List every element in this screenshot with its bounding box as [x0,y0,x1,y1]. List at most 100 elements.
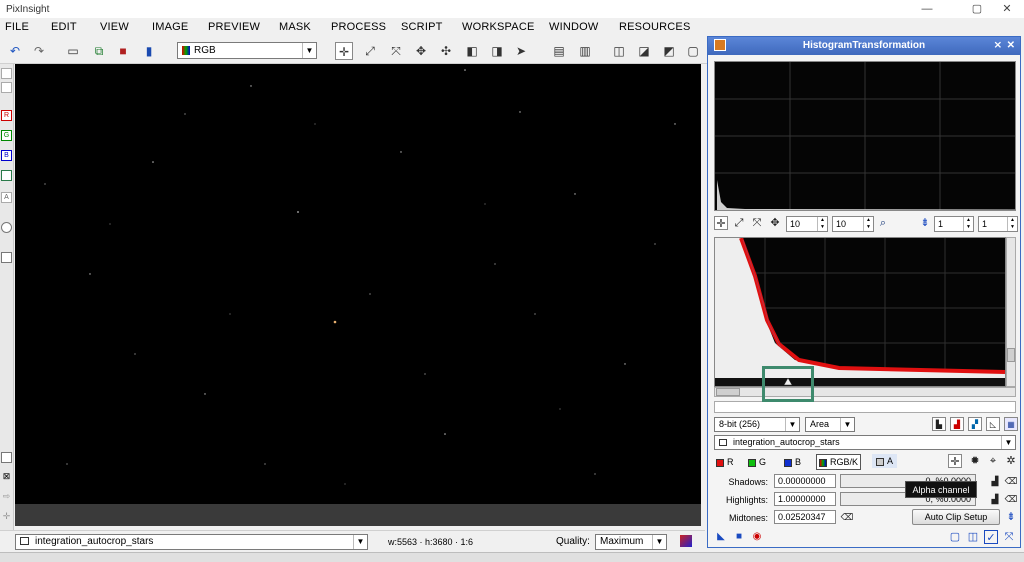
horizontal-scrollbar[interactable] [714,387,1016,397]
spin-arrows-icon[interactable]: ▲ ▼ [863,217,873,231]
highlights-reset-icon[interactable]: ⌫ [1004,492,1018,506]
quality-select[interactable]: Maximum ▼ [595,534,667,550]
menu-script[interactable]: SCRIPT [401,21,443,33]
curve-icon[interactable]: ◺ [986,417,1000,431]
circle-icon[interactable] [1,222,12,233]
midtones-reset-icon[interactable]: ⌫ [840,510,854,524]
rgb-histogram-icon[interactable]: ▞ [968,417,982,431]
spin-arrows-icon[interactable]: ▲ ▼ [963,217,973,231]
apply-global-icon[interactable]: ■ [732,530,746,544]
real-time-preview-icon[interactable]: ◉ [750,530,764,544]
green-channel-icon[interactable]: G [1,130,12,141]
reset-icon[interactable]: ⤧ [1002,530,1016,544]
menu-resources[interactable]: RESOURCES [619,21,690,33]
highlights-auto-icon[interactable]: ▟ [988,492,1002,506]
reject-low-icon[interactable]: ▙ [932,417,946,431]
crosshair-icon[interactable]: ✛ [948,454,962,468]
channel-g[interactable]: G [748,456,766,468]
red-channel-icon[interactable]: R [1,110,12,121]
color-space-select[interactable]: RGB ▼ [177,42,317,59]
fit-view-icon[interactable]: ⤢ [361,42,379,60]
mask-icon[interactable]: ◫ [610,42,628,60]
scrollbar-thumb[interactable] [716,388,740,396]
document-icon[interactable] [1,68,12,79]
close-icon[interactable]: ✕ [1007,37,1015,55]
edit-icon[interactable]: ◨ [488,42,506,60]
window-icon[interactable]: ▤ [550,42,568,60]
zoom-out-icon[interactable]: ✥ [412,42,430,60]
spin-arrows-icon[interactable]: ▲ ▼ [1007,217,1017,231]
mask-invert-icon[interactable]: ◩ [660,42,678,60]
maximize-button[interactable]: ▢ [962,0,992,18]
color-icon[interactable] [680,535,692,547]
view-selector[interactable]: integration_autocrop_stars ▼ [15,534,368,550]
shadows-input[interactable]: 0.00000000 [774,474,836,488]
blue-channel-icon[interactable]: B [1,150,12,161]
move-icon[interactable]: ✥ [768,216,782,230]
menu-preview[interactable]: PREVIEW [208,21,260,33]
channels-icon[interactable]: ▮ [140,42,158,60]
mask-extra-icon[interactable]: ▢ [684,42,702,60]
close-button[interactable]: ✕ [992,0,1022,18]
resolution-select[interactable]: 8-bit (256) ▼ [714,417,800,432]
new-instance-icon[interactable]: ◣ [714,530,728,544]
move-icon[interactable]: ✣ [437,42,455,60]
menu-mask[interactable]: MASK [279,21,311,33]
histogram-icon[interactable]: ▟ [950,417,964,431]
menu-edit[interactable]: EDIT [51,21,77,33]
minimize-button[interactable]: — [912,0,942,18]
grid-icon[interactable]: ▦ [1004,417,1018,431]
menu-file[interactable]: FILE [5,21,29,33]
gear-icon[interactable]: ✹ [968,454,982,468]
new-image-icon[interactable]: ▭ [64,42,82,60]
rgb-channel-icon[interactable] [1,170,12,181]
output-vertical-zoom-spin[interactable]: 1 ▲ ▼ [978,216,1018,232]
menu-window[interactable]: WINDOW [549,21,598,33]
shadows-auto-icon[interactable]: ▟ [988,474,1002,488]
rgb-icon[interactable]: ■ [114,42,132,60]
channel-b[interactable]: B [784,456,801,468]
input-histogram-graph[interactable] [714,237,1006,387]
shadows-reset-icon[interactable]: ⌫ [1004,474,1018,488]
window-small-icon[interactable] [1,252,12,263]
readout-icon[interactable]: ◧ [463,42,481,60]
fit-view-icon[interactable]: ⤢ [732,216,746,230]
pan-cross-icon[interactable]: ✛ [335,42,353,60]
output-histogram-graph[interactable] [714,61,1016,211]
midtones-input[interactable]: 0.02520347 [774,510,836,524]
channel-rgbk[interactable]: RGB/K [816,454,862,470]
menu-workspace[interactable]: WORKSPACE [462,21,535,33]
horizontal-zoom-spin[interactable]: 10 ▲ ▼ [786,216,828,232]
document-alt-icon[interactable] [1,82,12,93]
expand-icon[interactable]: ⇟ [1004,510,1018,524]
menu-image[interactable]: IMAGE [152,21,188,33]
pan-cross-icon[interactable]: ✛ [714,216,728,230]
browse-documentation-icon[interactable]: ▢ [948,530,962,544]
duplicate-icon[interactable]: ⧉ [90,42,108,60]
settings-icon[interactable]: ✲ [1004,454,1018,468]
graph-style-select[interactable]: Area ▼ [805,417,855,432]
vertical-scrollbar[interactable] [1006,237,1016,387]
arrow-icon[interactable]: ⇨ [1,492,12,503]
highlights-input[interactable]: 1.00000000 [774,492,836,506]
menu-process[interactable]: PROCESS [331,21,386,33]
menu-view[interactable]: VIEW [100,21,129,33]
vertical-zoom-spin[interactable]: 10 ▲ ▼ [832,216,874,232]
grid-icon[interactable] [1,452,12,463]
channel-r[interactable]: R [716,456,734,468]
shade-icon[interactable]: ⨯ [994,37,1002,55]
apply-check-icon[interactable]: ✓ [984,530,998,544]
undo-icon[interactable]: ↶ [6,42,24,60]
track-view-icon[interactable]: ◫ [966,530,980,544]
scrollbar-thumb[interactable] [1007,348,1015,362]
plus-icon[interactable]: ✛ [1,512,12,523]
zoom-in-icon[interactable]: ⤧ [750,216,764,230]
auto-clip-setup-button[interactable]: Auto Clip Setup [912,509,1000,525]
channel-alpha[interactable]: A [872,454,898,468]
pointer-icon[interactable]: ➤ [512,42,530,60]
mask-show-icon[interactable]: ◪ [635,42,653,60]
alpha-channel-icon[interactable]: A [1,192,12,203]
image-canvas[interactable] [15,64,701,504]
magnifier-icon[interactable]: ⌕ [876,216,890,230]
window-alt-icon[interactable]: ▥ [576,42,594,60]
